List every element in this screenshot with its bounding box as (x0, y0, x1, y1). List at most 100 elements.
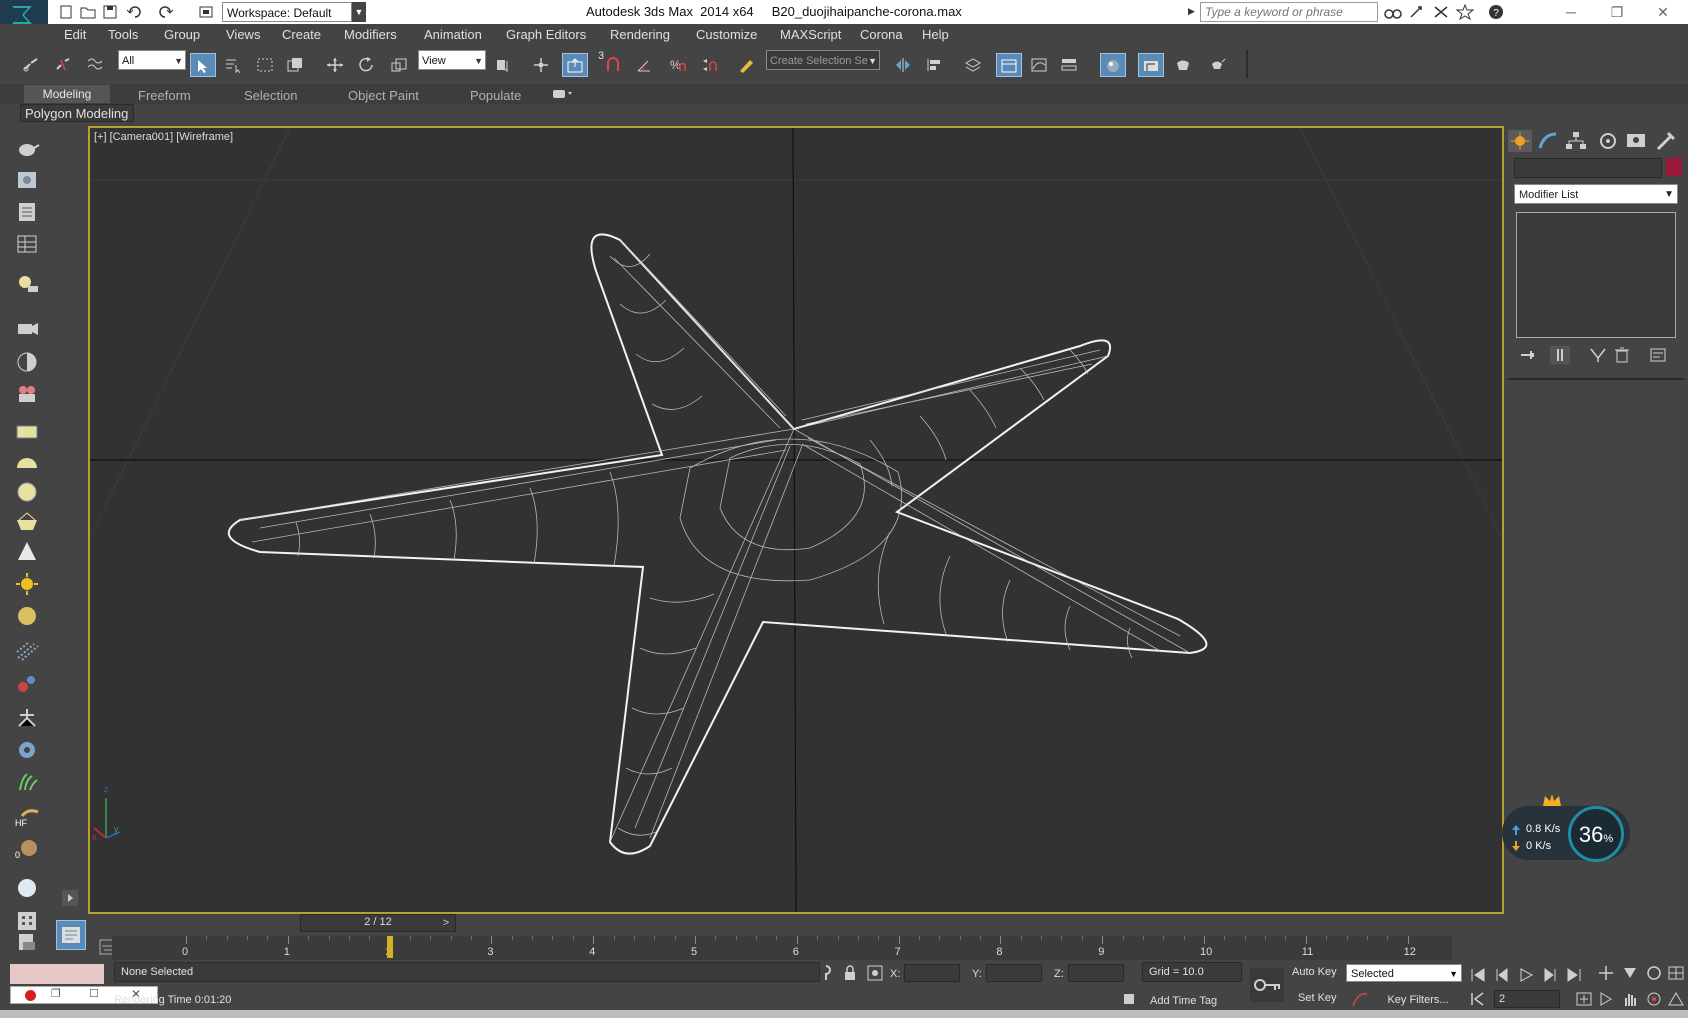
go-to-start-icon[interactable] (1468, 966, 1488, 984)
ribbon-tab-object-paint[interactable]: Object Paint (348, 88, 419, 103)
helper-figure-icon[interactable] (14, 706, 40, 730)
menu-graph-editors[interactable]: Graph Editors (506, 27, 586, 42)
new-file-icon[interactable] (58, 4, 76, 20)
light-bulb-icon[interactable] (14, 272, 40, 296)
close-button[interactable]: ✕ (1640, 0, 1686, 24)
starfish-wireframe[interactable] (227, 233, 1208, 855)
layer-manager-icon[interactable] (960, 53, 986, 77)
snaps-toggle-icon[interactable] (600, 53, 626, 77)
maximize-window-icon[interactable]: ☐ (89, 987, 99, 1000)
modifier-list-dropdown[interactable]: Modifier List ▼ (1514, 184, 1678, 204)
menu-group[interactable]: Group (164, 27, 200, 42)
make-unique-icon[interactable] (1588, 346, 1608, 364)
render-setup-icon[interactable] (1138, 53, 1164, 77)
menu-tools[interactable]: Tools (108, 27, 138, 42)
zoom-all-icon[interactable] (1620, 964, 1640, 982)
x-coordinate-field[interactable] (904, 964, 960, 982)
object-color-swatch[interactable] (1666, 158, 1682, 176)
percent-snap-toggle-icon[interactable]: % (664, 53, 690, 77)
expand-search-icon[interactable]: ▶ (1188, 6, 1195, 17)
align-icon[interactable] (922, 53, 948, 77)
schematic-view-icon[interactable] (1056, 53, 1082, 77)
menu-maxscript[interactable]: MAXScript (780, 27, 841, 42)
absolute-mode-icon[interactable] (866, 964, 884, 982)
window-crossing-icon[interactable] (282, 53, 308, 77)
zero-tool-icon[interactable]: 0 (14, 836, 40, 860)
select-and-manipulate-icon[interactable] (528, 53, 554, 77)
movie-camera-icon[interactable] (14, 382, 40, 406)
y-coordinate-field[interactable] (986, 964, 1042, 982)
workspace-dropdown[interactable]: Workspace: Default (222, 2, 352, 22)
show-end-result-icon[interactable] (1550, 346, 1570, 364)
orbit-icon[interactable] (1644, 964, 1664, 982)
object-name-field[interactable] (1514, 158, 1662, 178)
rendered-frame-window-icon[interactable] (1170, 53, 1196, 77)
keyboard-shortcut-override-icon[interactable] (562, 53, 588, 77)
configure-modifier-sets-icon[interactable] (1648, 346, 1668, 364)
restore-button[interactable]: ❐ (1594, 0, 1640, 24)
menu-customize[interactable]: Customize (696, 27, 757, 42)
menu-edit[interactable]: Edit (64, 27, 86, 42)
render-production-icon[interactable] (1204, 53, 1230, 77)
curve-editor-icon[interactable] (1026, 53, 1052, 77)
particle-system-icon[interactable] (14, 640, 40, 664)
time-slider-next-button[interactable]: > (438, 914, 454, 932)
hf-tool-icon[interactable]: HF (14, 804, 40, 828)
play-camera-icon[interactable] (1596, 990, 1616, 1008)
isolate-selection-icon[interactable] (818, 964, 834, 982)
redo-icon[interactable] (158, 4, 176, 20)
viewport-label[interactable]: [+] [Camera001] [Wireframe] (94, 131, 233, 143)
set-key-button[interactable]: Set Key (1298, 992, 1337, 1004)
field-of-view-icon[interactable] (1666, 990, 1686, 1008)
reference-coordinate-dropdown[interactable]: View ▼ (418, 50, 486, 70)
ribbon-tab-populate[interactable]: Populate (470, 88, 521, 103)
menu-modifiers[interactable]: Modifiers (344, 27, 397, 42)
building-icon[interactable] (14, 908, 40, 932)
remove-modifier-icon[interactable] (1612, 346, 1632, 364)
next-frame-icon[interactable] (1540, 966, 1560, 984)
pin-stack-icon[interactable] (1518, 346, 1538, 364)
menu-create[interactable]: Create (282, 27, 321, 42)
select-and-link-icon[interactable] (18, 53, 44, 77)
select-object-icon[interactable] (190, 53, 216, 77)
modifier-stack[interactable] (1516, 212, 1676, 338)
play-icon[interactable] (1516, 966, 1536, 984)
edit-named-selection-icon[interactable] (734, 53, 760, 77)
expand-toolbar-button[interactable] (62, 890, 78, 906)
half-sphere-icon[interactable] (14, 350, 40, 374)
workspace-dropdown-arrow-icon[interactable]: ▼ (352, 2, 366, 22)
z-coordinate-field[interactable] (1068, 964, 1124, 982)
ribbon-tab-modeling[interactable]: Modeling (24, 85, 110, 103)
display-tab-icon[interactable] (1624, 130, 1648, 152)
selection-lock-icon[interactable] (842, 964, 858, 982)
ribbon-tab-freeform[interactable]: Freeform (138, 88, 191, 103)
project-folder-icon[interactable] (198, 4, 216, 20)
help-icon[interactable]: ? (1488, 4, 1506, 20)
key-mode-toggle-icon[interactable] (1468, 990, 1488, 1008)
create-tab-icon[interactable] (1508, 130, 1532, 152)
menu-help[interactable]: Help (922, 27, 949, 42)
unlink-selection-icon[interactable] (50, 53, 76, 77)
camera-icon[interactable] (14, 316, 40, 340)
menu-animation[interactable]: Animation (424, 27, 482, 42)
maxscript-mini-listener[interactable] (10, 964, 104, 984)
set-keys-key-icon[interactable] (1250, 968, 1284, 1002)
gear-settings-icon[interactable] (14, 738, 40, 762)
save-file-icon[interactable] (102, 4, 120, 20)
menu-corona[interactable]: Corona (860, 27, 903, 42)
material-editor-icon[interactable] (1100, 53, 1126, 77)
bind-to-space-warp-icon[interactable] (82, 53, 108, 77)
binoculars-icon[interactable] (1384, 4, 1402, 20)
document-list-icon[interactable] (14, 200, 40, 224)
dynamics-icon[interactable] (14, 672, 40, 696)
current-frame-field[interactable]: 2 (1494, 990, 1560, 1008)
use-pivot-center-icon[interactable] (490, 53, 516, 77)
subscription-icon[interactable] (1408, 4, 1426, 20)
restore-window-icon[interactable]: ❐ (51, 987, 61, 1000)
mirror-icon[interactable] (890, 53, 916, 77)
motion-tab-icon[interactable] (1596, 130, 1620, 152)
ribbon-options-icon[interactable] (552, 88, 574, 100)
rectangular-selection-icon[interactable] (252, 53, 278, 77)
undo-icon[interactable] (126, 4, 144, 20)
select-by-name-icon[interactable] (220, 53, 246, 77)
